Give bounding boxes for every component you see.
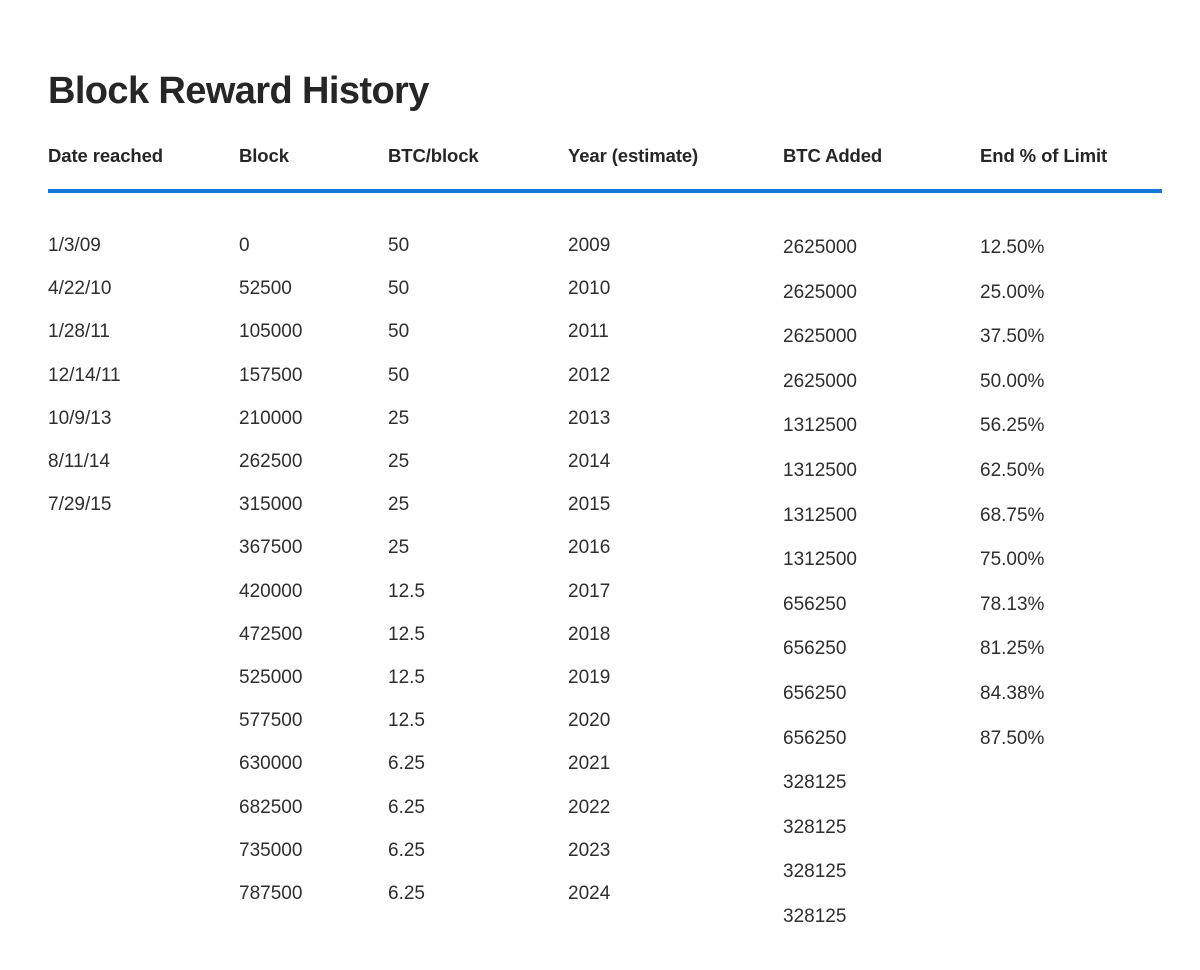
cell-end-pct-limit: 62.50%: [980, 460, 1045, 481]
cell-end-pct-limit: 25.00%: [980, 281, 1045, 303]
cell-btc-per-block: 6.25: [388, 796, 425, 818]
cell-btc-per-block: 12.5: [388, 580, 425, 602]
cell-end-pct-limit: 37.50%: [980, 326, 1045, 348]
cell-date-reached: 7/29/15: [48, 494, 112, 516]
cell-btc-per-block: 6.25: [388, 753, 425, 775]
cell-year-estimate: 2011: [568, 321, 609, 343]
cell-end-pct-limit: 87.50%: [980, 727, 1045, 749]
cell-btc-per-block: 12.5: [388, 667, 425, 688]
cell-year-estimate: 2009: [568, 235, 611, 256]
cell-btc-added: 656250: [783, 638, 847, 660]
cell-btc-added: 2625000: [783, 370, 857, 392]
cell-year-estimate: 2020: [568, 710, 611, 732]
cell-btc-added: 656250: [783, 593, 847, 615]
cell-block: 630000: [239, 753, 303, 775]
cell-block: 472500: [239, 623, 303, 645]
cell-block: 577500: [239, 710, 303, 732]
cell-block: 262500: [239, 451, 303, 472]
cell-date-reached: 10/9/13: [48, 407, 112, 429]
cell-year-estimate: 2019: [568, 667, 611, 688]
cell-btc-per-block: 50: [388, 235, 410, 256]
cell-year-estimate: 2014: [568, 451, 611, 472]
cell-year-estimate: 2017: [568, 580, 611, 602]
table-body: 1/3/09 0 50 2009 2625000 12.50% 4/22/10 52500 50…: [0, 0, 1200, 970]
cell-end-pct-limit: 56.25%: [980, 415, 1045, 437]
cell-btc-per-block: 6.25: [388, 839, 425, 861]
cell-end-pct-limit: 68.75%: [980, 504, 1045, 526]
block-reward-history-page: Block Reward History Date reached Block …: [0, 0, 1200, 970]
cell-btc-added: 1312500: [783, 460, 857, 481]
cell-btc-added: 2625000: [783, 326, 857, 348]
cell-btc-added: 1312500: [783, 504, 857, 526]
cell-year-estimate: 2021: [568, 753, 611, 775]
cell-end-pct-limit: 75.00%: [980, 549, 1045, 571]
cell-btc-added: 328125: [783, 906, 847, 927]
cell-btc-per-block: 50: [388, 321, 410, 343]
cell-year-estimate: 2023: [568, 839, 611, 861]
cell-block: 105000: [239, 321, 303, 343]
cell-end-pct-limit: 81.25%: [980, 638, 1045, 660]
cell-year-estimate: 2015: [568, 494, 611, 516]
cell-year-estimate: 2016: [568, 537, 611, 559]
cell-block: 157500: [239, 364, 303, 386]
cell-block: 525000: [239, 667, 303, 688]
cell-btc-per-block: 50: [388, 278, 410, 300]
cell-btc-added: 2625000: [783, 281, 857, 303]
cell-block: 367500: [239, 537, 303, 559]
cell-btc-added: 1312500: [783, 415, 857, 437]
cell-btc-added: 328125: [783, 816, 847, 838]
cell-btc-added: 2625000: [783, 237, 857, 258]
cell-btc-per-block: 50: [388, 364, 410, 386]
cell-btc-per-block: 6.25: [388, 883, 425, 904]
cell-year-estimate: 2012: [568, 364, 611, 386]
cell-block: 787500: [239, 883, 303, 904]
cell-btc-added: 328125: [783, 772, 847, 794]
cell-date-reached: 4/22/10: [48, 278, 112, 300]
cell-year-estimate: 2018: [568, 623, 611, 645]
cell-btc-per-block: 25: [388, 537, 410, 559]
cell-btc-per-block: 25: [388, 494, 410, 516]
cell-year-estimate: 2022: [568, 796, 611, 818]
cell-year-estimate: 2024: [568, 883, 611, 904]
cell-block: 315000: [239, 494, 303, 516]
cell-btc-added: 656250: [783, 683, 847, 704]
cell-btc-per-block: 12.5: [388, 623, 425, 645]
cell-year-estimate: 2010: [568, 278, 611, 300]
cell-btc-added: 328125: [783, 861, 847, 883]
cell-btc-per-block: 12.5: [388, 710, 425, 732]
cell-btc-per-block: 25: [388, 407, 410, 429]
cell-end-pct-limit: 12.50%: [980, 237, 1045, 258]
cell-end-pct-limit: 84.38%: [980, 683, 1045, 704]
cell-btc-added: 1312500: [783, 549, 857, 571]
cell-block: 735000: [239, 839, 303, 861]
cell-year-estimate: 2013: [568, 407, 611, 429]
cell-block: 52500: [239, 278, 292, 300]
cell-block: 682500: [239, 796, 303, 818]
cell-end-pct-limit: 78.13%: [980, 593, 1045, 615]
cell-end-pct-limit: 50.00%: [980, 370, 1045, 392]
cell-date-reached: 1/28/11: [48, 321, 110, 343]
cell-date-reached: 8/11/14: [48, 451, 110, 472]
cell-btc-added: 656250: [783, 727, 847, 749]
cell-block: 210000: [239, 407, 303, 429]
cell-block: 0: [239, 235, 250, 256]
cell-btc-per-block: 25: [388, 451, 410, 472]
cell-date-reached: 1/3/09: [48, 235, 101, 256]
cell-block: 420000: [239, 580, 303, 602]
cell-date-reached: 12/14/11: [48, 364, 121, 386]
